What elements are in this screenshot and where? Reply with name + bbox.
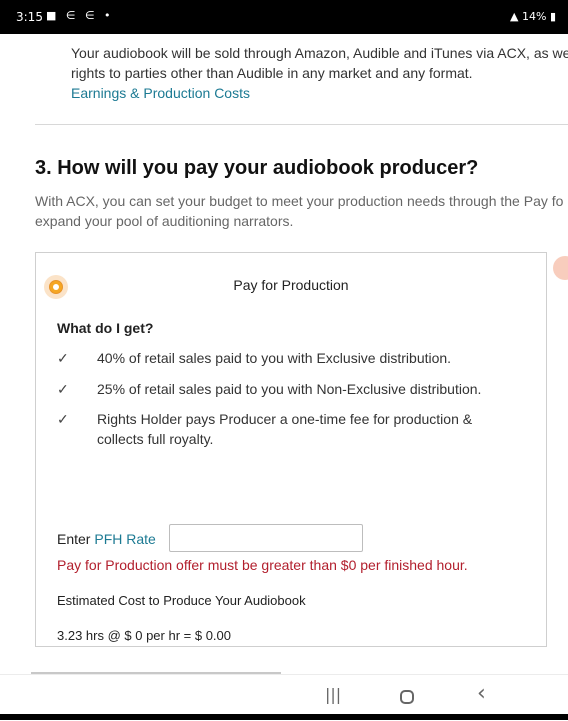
earnings-link[interactable]: Earnings & Production Costs xyxy=(71,85,250,101)
status-time: 3:15 xyxy=(16,10,43,24)
section-divider xyxy=(35,124,568,125)
estimated-cost-calc: 3.23 hrs @ $ 0 per hr = $ 0.00 xyxy=(57,628,231,643)
battery-percent: 14% xyxy=(521,10,547,23)
intro-line-1: Your audiobook will be sold through Amaz… xyxy=(71,45,568,61)
wifi-signal-icon: ▲ xyxy=(510,10,519,23)
pfh-rate-link[interactable]: PFH Rate xyxy=(94,531,155,547)
bottom-edge xyxy=(0,714,568,720)
check-icon: ✓ xyxy=(57,381,69,397)
intro-line-2: rights to parties other than Audible in … xyxy=(71,65,473,81)
battery-icon: ▮ xyxy=(549,10,556,23)
pay-for-production-card[interactable]: Pay for Production What do I get? ✓ 40% … xyxy=(35,252,547,647)
check-icon: ✓ xyxy=(57,350,69,366)
recents-button[interactable]: ||| xyxy=(325,685,341,704)
section-heading: 3. How will you pay your audiobook produ… xyxy=(35,157,479,179)
benefit-item-continued: collects full royalty. xyxy=(97,431,214,447)
next-option-radio[interactable] xyxy=(553,256,568,280)
section-desc-line-1: With ACX, you can set your budget to mee… xyxy=(35,193,564,209)
notification-icons: ■ ∈ ∈ • xyxy=(46,9,114,22)
back-button[interactable]: ‹ xyxy=(477,681,486,706)
status-right: ▲ 14% ▮ xyxy=(510,10,556,23)
pfh-rate-input[interactable] xyxy=(169,524,363,552)
card-subtitle: What do I get? xyxy=(57,320,154,336)
home-button[interactable] xyxy=(400,690,414,704)
estimated-cost-label: Estimated Cost to Produce Your Audiobook xyxy=(57,593,306,608)
status-bar: 3:15 ■ ∈ ∈ • ▲ 14% ▮ xyxy=(0,0,568,34)
page-content: Your audiobook will be sold through Amaz… xyxy=(0,34,568,674)
pfh-error-message: Pay for Production offer must be greater… xyxy=(57,557,468,573)
benefit-item: Rights Holder pays Producer a one-time f… xyxy=(97,411,473,427)
check-icon: ✓ xyxy=(57,411,69,427)
pfh-label-prefix: Enter xyxy=(57,531,95,547)
benefit-item: 40% of retail sales paid to you with Exc… xyxy=(97,350,452,366)
section-desc-line-2: expand your pool of auditioning narrator… xyxy=(35,213,294,229)
benefit-item: 25% of retail sales paid to you with Non… xyxy=(97,381,482,397)
pfh-rate-label: Enter PFH Rate xyxy=(57,531,156,547)
card-title: Pay for Production xyxy=(233,277,349,293)
